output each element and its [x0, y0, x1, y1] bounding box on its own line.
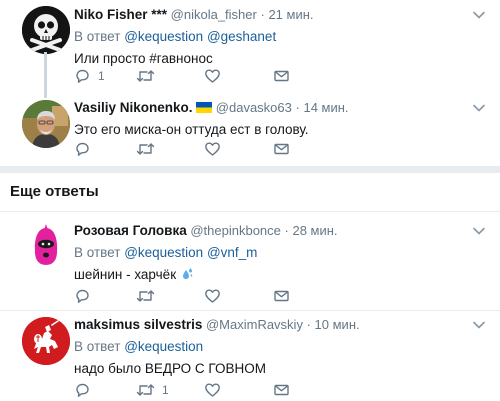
user-handle[interactable]: @nikola_fisher — [171, 7, 257, 22]
tweet-actions: 1 — [74, 67, 334, 85]
mail-icon — [274, 290, 289, 302]
splash-emoji-icon — [182, 268, 193, 279]
reply-icon — [76, 383, 89, 397]
display-name[interactable]: Vasiliy Nikonenko. — [74, 100, 193, 115]
more-replies-heading: Еще ответы — [10, 183, 99, 200]
display-name[interactable]: Розовая Головка — [74, 223, 187, 238]
chevron-down-icon[interactable] — [472, 224, 486, 238]
like-button[interactable] — [204, 381, 228, 399]
retweet-icon — [136, 70, 155, 82]
skull-crossbones-image — [22, 6, 70, 54]
section-separator — [0, 166, 500, 173]
tweet: Розовая Головка @thepinkbonce · 28 мин. … — [0, 212, 500, 310]
mail-icon — [274, 70, 289, 82]
reply-context: В ответ @kequestion — [74, 338, 490, 356]
tweet-timestamp[interactable]: 21 мин. — [268, 7, 313, 22]
direct-message-button[interactable] — [273, 140, 290, 158]
tweet-timestamp[interactable]: 28 мин. — [292, 223, 337, 238]
reply-prefix: В ответ — [74, 245, 121, 260]
separator-dot: · — [306, 317, 311, 332]
pahonia-emblem-image — [22, 317, 70, 365]
mail-icon — [274, 384, 289, 396]
retweet-count: 1 — [162, 383, 169, 397]
avatar[interactable] — [22, 6, 70, 54]
direct-message-button[interactable] — [273, 67, 290, 85]
tweet-text-row: шейнин - харчёк — [74, 266, 490, 284]
tweet-text: Это его миска-он оттуда ест в голову. — [74, 122, 309, 137]
reply-prefix: В ответ — [74, 29, 121, 44]
reply-to-mentions[interactable]: @kequestion @vnf_m — [124, 245, 257, 260]
reply-icon — [76, 289, 89, 303]
thread-connector — [44, 52, 47, 98]
retweet-icon — [136, 143, 155, 155]
retweet-button[interactable] — [136, 140, 162, 158]
retweet-button[interactable] — [136, 67, 162, 85]
reply-count: 1 — [98, 69, 105, 83]
reply-context: В ответ @kequestion @vnf_m — [74, 244, 490, 262]
ukraine-flag-icon — [196, 102, 213, 113]
display-name[interactable]: maksimus silvestris — [74, 317, 202, 332]
chevron-down-icon[interactable] — [472, 8, 486, 22]
mail-icon — [274, 143, 289, 155]
tweet-header: Vasiliy Nikonenko. @davasko63 · 14 мин. — [74, 99, 490, 117]
reply-to-mentions[interactable]: @kequestion @geshanet — [124, 29, 276, 44]
separator-dot: · — [295, 100, 300, 115]
separator-dot: · — [260, 7, 265, 22]
reply-context: В ответ @kequestion @geshanet — [74, 28, 490, 46]
user-handle[interactable]: @thepinkbonce — [190, 223, 281, 238]
reply-button[interactable] — [74, 287, 98, 305]
tweet-timestamp[interactable]: 14 мин. — [303, 100, 348, 115]
reply-icon — [76, 69, 89, 83]
tweet-header: Розовая Головка @thepinkbonce · 28 мин. — [74, 222, 490, 240]
reply-prefix: В ответ — [74, 339, 121, 354]
chevron-down-icon[interactable] — [472, 318, 486, 332]
reply-icon — [76, 142, 89, 156]
like-icon — [205, 142, 220, 156]
tweet-header: maksimus silvestris @MaximRavskiy · 10 м… — [74, 316, 490, 334]
tweet-timestamp[interactable]: 10 мин. — [315, 317, 360, 332]
pink-balaclava-image — [22, 222, 70, 270]
separator-dot: · — [284, 223, 289, 238]
tweet: Vasiliy Nikonenko. @davasko63 · 14 мин. … — [0, 96, 500, 166]
avatar[interactable] — [22, 222, 70, 270]
avatar[interactable] — [22, 317, 70, 365]
tweet-text: надо было ВЕДРО С ГОВНОМ — [74, 361, 266, 376]
tweet-actions — [74, 140, 334, 158]
avatar[interactable] — [22, 100, 70, 148]
tweet-text: Или просто #гавнонос — [74, 51, 213, 66]
like-icon — [205, 69, 220, 83]
reply-button[interactable] — [74, 140, 98, 158]
retweet-button[interactable] — [136, 287, 162, 305]
user-handle[interactable]: @davasko63 — [216, 100, 292, 115]
like-icon — [205, 289, 220, 303]
direct-message-button[interactable] — [273, 381, 290, 399]
retweet-icon — [136, 384, 155, 396]
retweet-icon — [136, 290, 155, 302]
like-button[interactable] — [204, 140, 228, 158]
direct-message-button[interactable] — [273, 287, 290, 305]
tweet: Niko Fisher *** @nikola_fisher · 21 мин.… — [0, 0, 500, 96]
man-portrait-image — [22, 100, 70, 148]
reply-button[interactable] — [74, 381, 98, 399]
tweet-header: Niko Fisher *** @nikola_fisher · 21 мин. — [74, 6, 490, 24]
chevron-down-icon[interactable] — [472, 101, 486, 115]
like-icon — [205, 383, 220, 397]
retweet-button[interactable]: 1 — [136, 381, 169, 399]
display-name[interactable]: Niko Fisher *** — [74, 7, 167, 22]
like-button[interactable] — [204, 287, 228, 305]
user-handle[interactable]: @MaximRavskiy — [206, 317, 303, 332]
reply-button[interactable]: 1 — [74, 67, 105, 85]
tweet-actions — [74, 287, 334, 305]
tweet-text: шейнин - харчёк — [74, 267, 177, 282]
tweet-actions: 1 — [74, 381, 334, 399]
tweet: maksimus silvestris @MaximRavskiy · 10 м… — [0, 311, 500, 401]
reply-to-mentions[interactable]: @kequestion — [124, 339, 203, 354]
like-button[interactable] — [204, 67, 228, 85]
